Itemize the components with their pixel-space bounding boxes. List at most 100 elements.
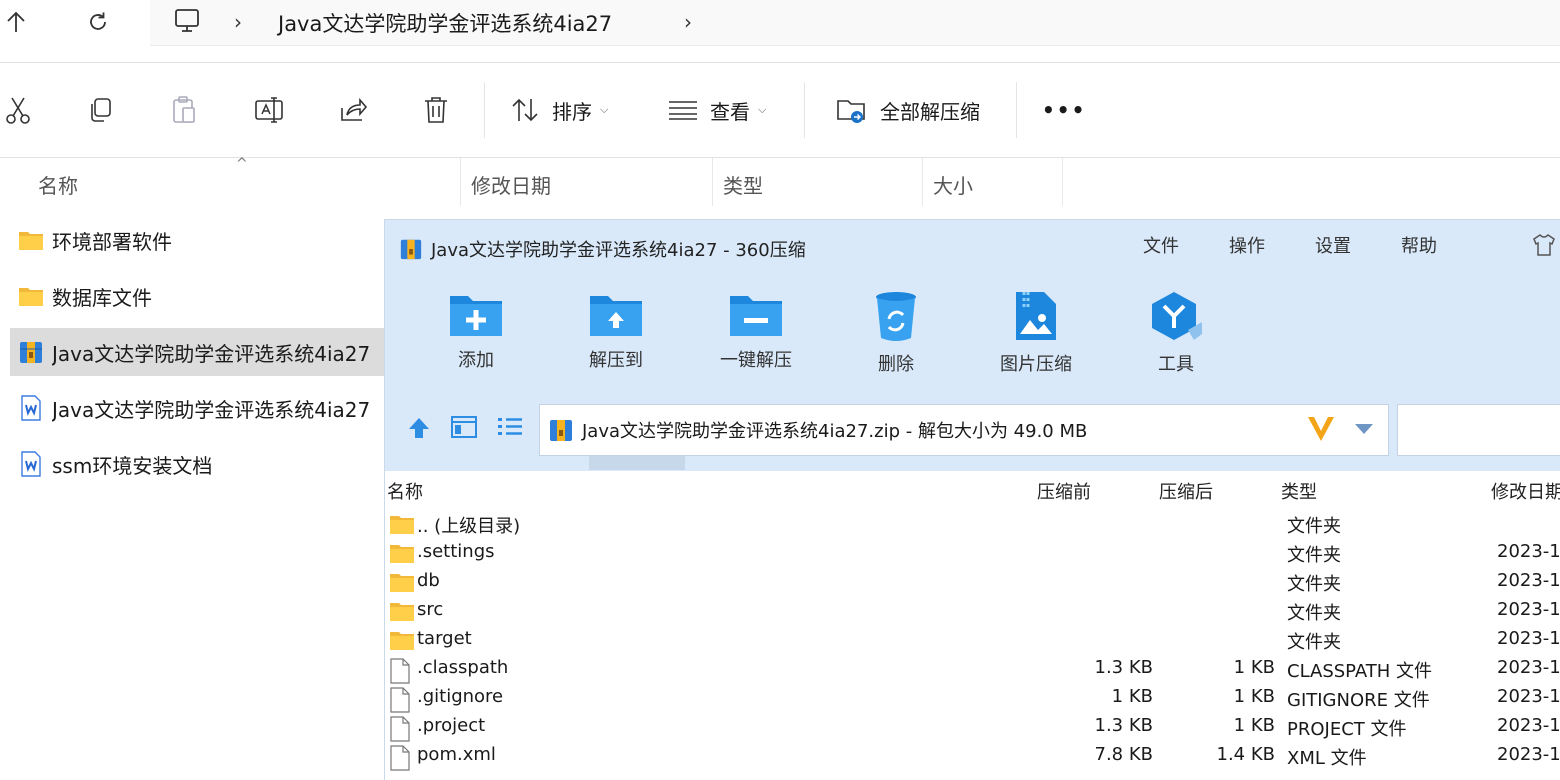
folder-icon — [389, 600, 415, 626]
add-folder-icon — [450, 296, 502, 336]
row-type: PROJECT 文件 — [1287, 719, 1407, 740]
column-divider[interactable] — [712, 158, 713, 206]
folder-icon — [389, 571, 415, 597]
row-type: 文件夹 — [1287, 545, 1341, 566]
computer-icon[interactable] — [172, 6, 202, 40]
menu-settings[interactable]: 设置 — [1315, 232, 1351, 258]
column-name[interactable]: 名称 — [38, 170, 78, 199]
refresh-icon[interactable] — [82, 6, 114, 38]
tools-button[interactable]: 工具 — [1121, 290, 1231, 382]
row-size-before: 1 KB — [1111, 686, 1153, 707]
list-item[interactable]: Java文达学院助学金评选系统4ia27 — [10, 384, 384, 432]
sort-ascending-icon: ^ — [236, 156, 248, 172]
path-dropdown-icon[interactable] — [1354, 421, 1374, 440]
row-type: 文件夹 — [1287, 632, 1341, 653]
command-bar: 排序 ⌵ 查看 ⌵ 全部解压缩 ••• — [0, 78, 1560, 142]
column-type[interactable]: 类型 — [723, 170, 763, 199]
row-size-after: 1 KB — [1233, 715, 1275, 736]
row-name: src — [417, 599, 444, 620]
zip-archive-icon — [18, 340, 44, 364]
divider — [0, 62, 1560, 63]
table-row[interactable]: .project 1.3 KB 1 KB PROJECT 文件 2023-1 — [385, 713, 1560, 742]
table-row[interactable]: db 文件夹 2023-1 — [385, 568, 1560, 597]
row-type: XML 文件 — [1287, 748, 1367, 769]
paste-button[interactable] — [170, 92, 198, 128]
column-size[interactable]: 大小 — [933, 170, 973, 199]
toolbar-divider — [484, 82, 485, 138]
column-divider[interactable] — [460, 158, 461, 206]
file-name: 数据库文件 — [52, 285, 152, 310]
table-row[interactable]: src 文件夹 2023-1 — [385, 597, 1560, 626]
column-modified[interactable]: 修改日期 — [471, 170, 551, 199]
table-row[interactable]: .gitignore 1 KB 1 KB GITIGNORE 文件 2023-1 — [385, 684, 1560, 713]
list-item[interactable]: 环境部署软件 — [10, 216, 384, 264]
toolbar-divider — [804, 82, 805, 138]
breadcrumb-chevron-icon[interactable]: › — [234, 10, 242, 34]
address-bar[interactable]: › Java文达学院助学金评选系统4ia27 › — [150, 0, 1560, 46]
list-item[interactable]: ssm环境安装文档 — [10, 440, 384, 488]
explorer-column-header: ^ 名称 修改日期 类型 大小 — [0, 156, 1560, 208]
breadcrumb-chevron-icon[interactable]: › — [684, 10, 692, 34]
archive-path-field[interactable]: Java文达学院助学金评选系统4ia27.zip - 解包大小为 49.0 MB — [539, 404, 1389, 456]
tools-icon — [1152, 292, 1202, 340]
menu-help[interactable]: 帮助 — [1401, 232, 1437, 258]
rename-button[interactable] — [254, 92, 286, 128]
cut-button[interactable] — [4, 92, 32, 128]
one-click-extract-button[interactable]: 一键解压 — [701, 290, 811, 382]
add-button[interactable]: 添加 — [421, 290, 531, 382]
skin-shirt-icon[interactable] — [1531, 232, 1557, 262]
chevron-down-icon: ⌵ — [600, 103, 609, 116]
file-name: Java文达学院助学金评选系统4ia27 — [52, 397, 371, 422]
row-name: .classpath — [417, 657, 509, 678]
image-compress-button[interactable]: 图片压缩 — [981, 290, 1091, 382]
column-type[interactable]: 类型 — [1281, 478, 1317, 504]
table-row[interactable]: .settings 文件夹 2023-1 — [385, 539, 1560, 568]
chevron-down-icon: ⌵ — [758, 103, 767, 116]
extract-folder-icon — [837, 100, 865, 123]
folder-icon — [389, 513, 415, 539]
column-divider[interactable] — [1062, 158, 1063, 206]
table-row[interactable]: pom.xml 7.8 KB 1.4 KB XML 文件 2023-1 — [385, 742, 1560, 771]
word-doc-icon — [18, 395, 44, 421]
view-button[interactable]: 查看 ⌵ — [668, 92, 766, 128]
copy-icon — [91, 98, 111, 122]
row-name: .gitignore — [417, 686, 504, 707]
view-list-icon[interactable] — [497, 416, 523, 442]
extract-to-button[interactable]: 解压到 — [561, 290, 671, 382]
menu-operate[interactable]: 操作 — [1229, 232, 1265, 258]
search-input[interactable] — [1397, 404, 1560, 456]
menu-file[interactable]: 文件 — [1143, 232, 1179, 258]
up-level-icon[interactable] — [407, 416, 431, 444]
row-date: 2023-1 — [1497, 657, 1560, 678]
table-row[interactable]: .classpath 1.3 KB 1 KB CLASSPATH 文件 2023… — [385, 655, 1560, 684]
table-row[interactable]: target 文件夹 2023-1 — [385, 626, 1560, 655]
zip-archive-icon — [550, 420, 572, 441]
delete-archive-label: 删除 — [878, 354, 914, 375]
v-logo-icon[interactable] — [1306, 415, 1336, 447]
more-options-button[interactable]: ••• — [1042, 92, 1086, 128]
copy-button[interactable] — [86, 92, 114, 128]
row-date: 2023-1 — [1497, 541, 1560, 562]
list-item[interactable]: 数据库文件 — [10, 272, 384, 320]
row-name: .settings — [417, 541, 495, 562]
column-divider[interactable] — [922, 158, 923, 206]
archive-path-text: Java文达学院助学金评选系统4ia27.zip - 解包大小为 49.0 MB — [582, 421, 1088, 442]
delete-button[interactable] — [422, 92, 450, 128]
share-button[interactable] — [338, 92, 368, 128]
up-arrow-icon[interactable] — [0, 6, 32, 38]
extract-all-button[interactable]: 全部解压缩 — [836, 92, 980, 128]
breadcrumb-current[interactable]: Java文达学院助学金评选系统4ia27 — [278, 8, 612, 38]
recycle-bin-icon — [876, 292, 916, 341]
delete-archive-button[interactable]: 删除 — [841, 290, 951, 382]
row-date: 2023-1 — [1497, 570, 1560, 591]
zip360-list-header: 名称 压缩前 压缩后 类型 修改日期 — [385, 476, 1560, 506]
column-name[interactable]: 名称 — [387, 478, 423, 504]
image-compress-icon — [1016, 292, 1056, 340]
sort-button[interactable]: 排序 ⌵ — [510, 92, 608, 128]
column-modified[interactable]: 修改日期 — [1491, 478, 1560, 504]
column-before[interactable]: 压缩前 — [1037, 478, 1091, 504]
column-after[interactable]: 压缩后 — [1159, 478, 1213, 504]
view-details-icon[interactable] — [451, 416, 477, 442]
table-row[interactable]: .. (上级目录) 文件夹 — [385, 510, 1560, 539]
list-item-selected[interactable]: Java文达学院助学金评选系统4ia27 — [10, 328, 384, 376]
